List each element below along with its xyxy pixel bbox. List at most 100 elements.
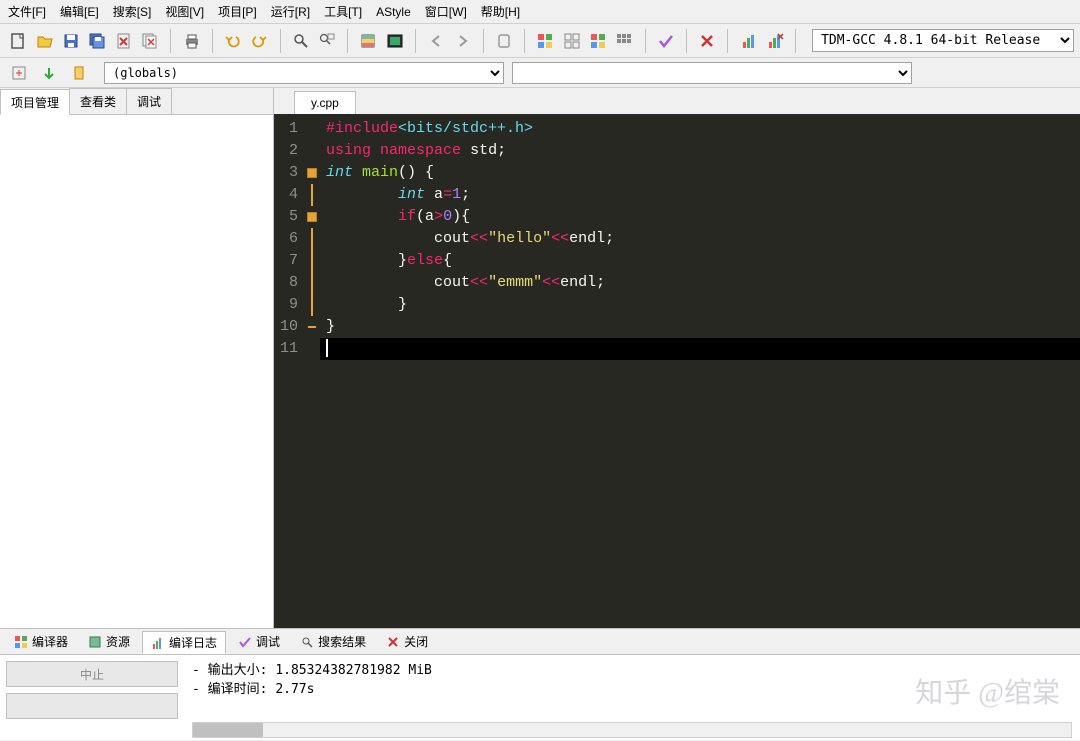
profile-button[interactable] bbox=[736, 28, 760, 54]
blank-button[interactable] bbox=[6, 693, 178, 719]
side-tab-debug[interactable]: 调试 bbox=[126, 88, 172, 114]
grid1-button[interactable] bbox=[533, 28, 557, 54]
stop-button[interactable] bbox=[695, 28, 719, 54]
bottom-panel-controls: 中止 bbox=[0, 655, 184, 740]
debug-button[interactable] bbox=[654, 28, 678, 54]
bookmark-button[interactable] bbox=[492, 28, 516, 54]
main-toolbar: TDM-GCC 4.8.1 64-bit Release bbox=[0, 24, 1080, 58]
bottom-tab-resources[interactable]: 资源 bbox=[80, 631, 138, 652]
x-icon bbox=[698, 32, 716, 50]
side-panel: 项目管理 查看类 调试 bbox=[0, 88, 274, 628]
close-all-icon bbox=[141, 32, 159, 50]
resources-tab-icon bbox=[88, 635, 102, 649]
bookmark-icon bbox=[495, 32, 513, 50]
goto-button[interactable] bbox=[6, 60, 32, 86]
side-tab-project[interactable]: 项目管理 bbox=[0, 89, 70, 115]
grid2-button[interactable] bbox=[559, 28, 583, 54]
search-icon bbox=[292, 32, 310, 50]
forward-button[interactable] bbox=[450, 28, 474, 54]
print-icon bbox=[183, 32, 201, 50]
bottom-tab-debug[interactable]: 调试 bbox=[230, 631, 288, 652]
print-button[interactable] bbox=[179, 28, 203, 54]
profile2-button[interactable] bbox=[763, 28, 787, 54]
compile-time-value: 2.77s bbox=[275, 682, 314, 697]
open-button[interactable] bbox=[32, 28, 56, 54]
grid-small-icon bbox=[615, 32, 633, 50]
fold-marker-icon[interactable] bbox=[307, 168, 317, 178]
scope-select[interactable]: (globals) bbox=[104, 62, 504, 84]
bottom-tab-results[interactable]: 搜索结果 bbox=[292, 631, 374, 652]
folder-open-icon bbox=[36, 32, 54, 50]
file-tab-ycpp[interactable]: y.cpp bbox=[294, 91, 356, 114]
code-content[interactable]: #include<bits/stdc++.h> using namespace … bbox=[320, 114, 1080, 628]
redo-button[interactable] bbox=[247, 28, 271, 54]
run-button[interactable] bbox=[383, 28, 407, 54]
save-all-button[interactable] bbox=[85, 28, 109, 54]
scope-toolbar: (globals) bbox=[0, 58, 1080, 88]
output-scrollbar[interactable] bbox=[192, 722, 1072, 738]
member-select[interactable] bbox=[512, 62, 912, 84]
menu-view[interactable]: 视图[V] bbox=[165, 3, 204, 20]
bookmark2-icon bbox=[71, 65, 87, 81]
menu-project[interactable]: 项目[P] bbox=[218, 3, 257, 20]
bookmark2-button[interactable] bbox=[66, 60, 92, 86]
abort-button[interactable]: 中止 bbox=[6, 661, 178, 687]
save-icon bbox=[62, 32, 80, 50]
line-gutter: 1234567891011 bbox=[274, 114, 304, 628]
replace-button[interactable] bbox=[315, 28, 339, 54]
check-icon bbox=[657, 32, 675, 50]
side-body bbox=[0, 114, 273, 628]
grid4-button[interactable] bbox=[612, 28, 636, 54]
menu-tools[interactable]: 工具[T] bbox=[324, 3, 362, 20]
close-tab-icon bbox=[386, 635, 400, 649]
debug-tab-icon bbox=[238, 635, 252, 649]
arrow-left-icon bbox=[427, 32, 445, 50]
back-button[interactable] bbox=[424, 28, 448, 54]
output-size-value: 1.85324382781982 MiB bbox=[275, 663, 432, 678]
compile-time-label: - 编译时间: bbox=[192, 682, 275, 697]
save-button[interactable] bbox=[59, 28, 83, 54]
new-file-button[interactable] bbox=[6, 28, 30, 54]
menu-help[interactable]: 帮助[H] bbox=[481, 3, 520, 20]
bottom-tab-log[interactable]: 编译日志 bbox=[142, 631, 226, 654]
save-all-icon bbox=[88, 32, 106, 50]
compile-icon bbox=[359, 32, 377, 50]
compiler-select[interactable]: TDM-GCC 4.8.1 64-bit Release bbox=[812, 29, 1074, 52]
log-tab-icon bbox=[151, 636, 165, 650]
grid-icon bbox=[563, 32, 581, 50]
code-editor[interactable]: 1234567891011 #include<bits/stdc++.h> us… bbox=[274, 114, 1080, 628]
fold-marker-icon[interactable] bbox=[307, 212, 317, 222]
grid3-button[interactable] bbox=[586, 28, 610, 54]
menu-run[interactable]: 运行[R] bbox=[271, 3, 310, 20]
insert-icon bbox=[41, 65, 57, 81]
scrollbar-thumb[interactable] bbox=[193, 723, 263, 737]
menu-file[interactable]: 文件[F] bbox=[8, 3, 46, 20]
bottom-tab-compiler[interactable]: 编译器 bbox=[6, 631, 76, 652]
grid-color2-icon bbox=[589, 32, 607, 50]
redo-icon bbox=[250, 32, 268, 50]
insert-button[interactable] bbox=[36, 60, 62, 86]
undo-button[interactable] bbox=[221, 28, 245, 54]
side-tab-classes[interactable]: 查看类 bbox=[69, 88, 127, 114]
file-tabs: y.cpp bbox=[274, 88, 1080, 114]
menu-bar: 文件[F] 编辑[E] 搜索[S] 视图[V] 项目[P] 运行[R] 工具[T… bbox=[0, 0, 1080, 24]
close-all-button[interactable] bbox=[138, 28, 162, 54]
compile-button[interactable] bbox=[356, 28, 380, 54]
find-button[interactable] bbox=[288, 28, 312, 54]
close-file-button[interactable] bbox=[112, 28, 136, 54]
undo-icon bbox=[224, 32, 242, 50]
bottom-panel: 中止 - 输出大小: 1.85324382781982 MiB - 编译时间: … bbox=[0, 654, 1080, 740]
text-cursor bbox=[326, 339, 328, 357]
chart-icon bbox=[740, 32, 758, 50]
menu-window[interactable]: 窗口[W] bbox=[425, 3, 467, 20]
arrow-right-icon bbox=[454, 32, 472, 50]
menu-astyle[interactable]: AStyle bbox=[376, 5, 411, 19]
chart-x-icon bbox=[766, 32, 784, 50]
output-size-label: - 输出大小: bbox=[192, 663, 275, 678]
menu-edit[interactable]: 编辑[E] bbox=[60, 3, 99, 20]
editor-area: y.cpp 1234567891011 #include<bits/stdc++ bbox=[274, 88, 1080, 628]
side-tabs: 项目管理 查看类 调试 bbox=[0, 88, 273, 114]
bottom-tab-close[interactable]: 关闭 bbox=[378, 631, 436, 652]
menu-search[interactable]: 搜索[S] bbox=[113, 3, 152, 20]
fold-column bbox=[304, 114, 320, 628]
